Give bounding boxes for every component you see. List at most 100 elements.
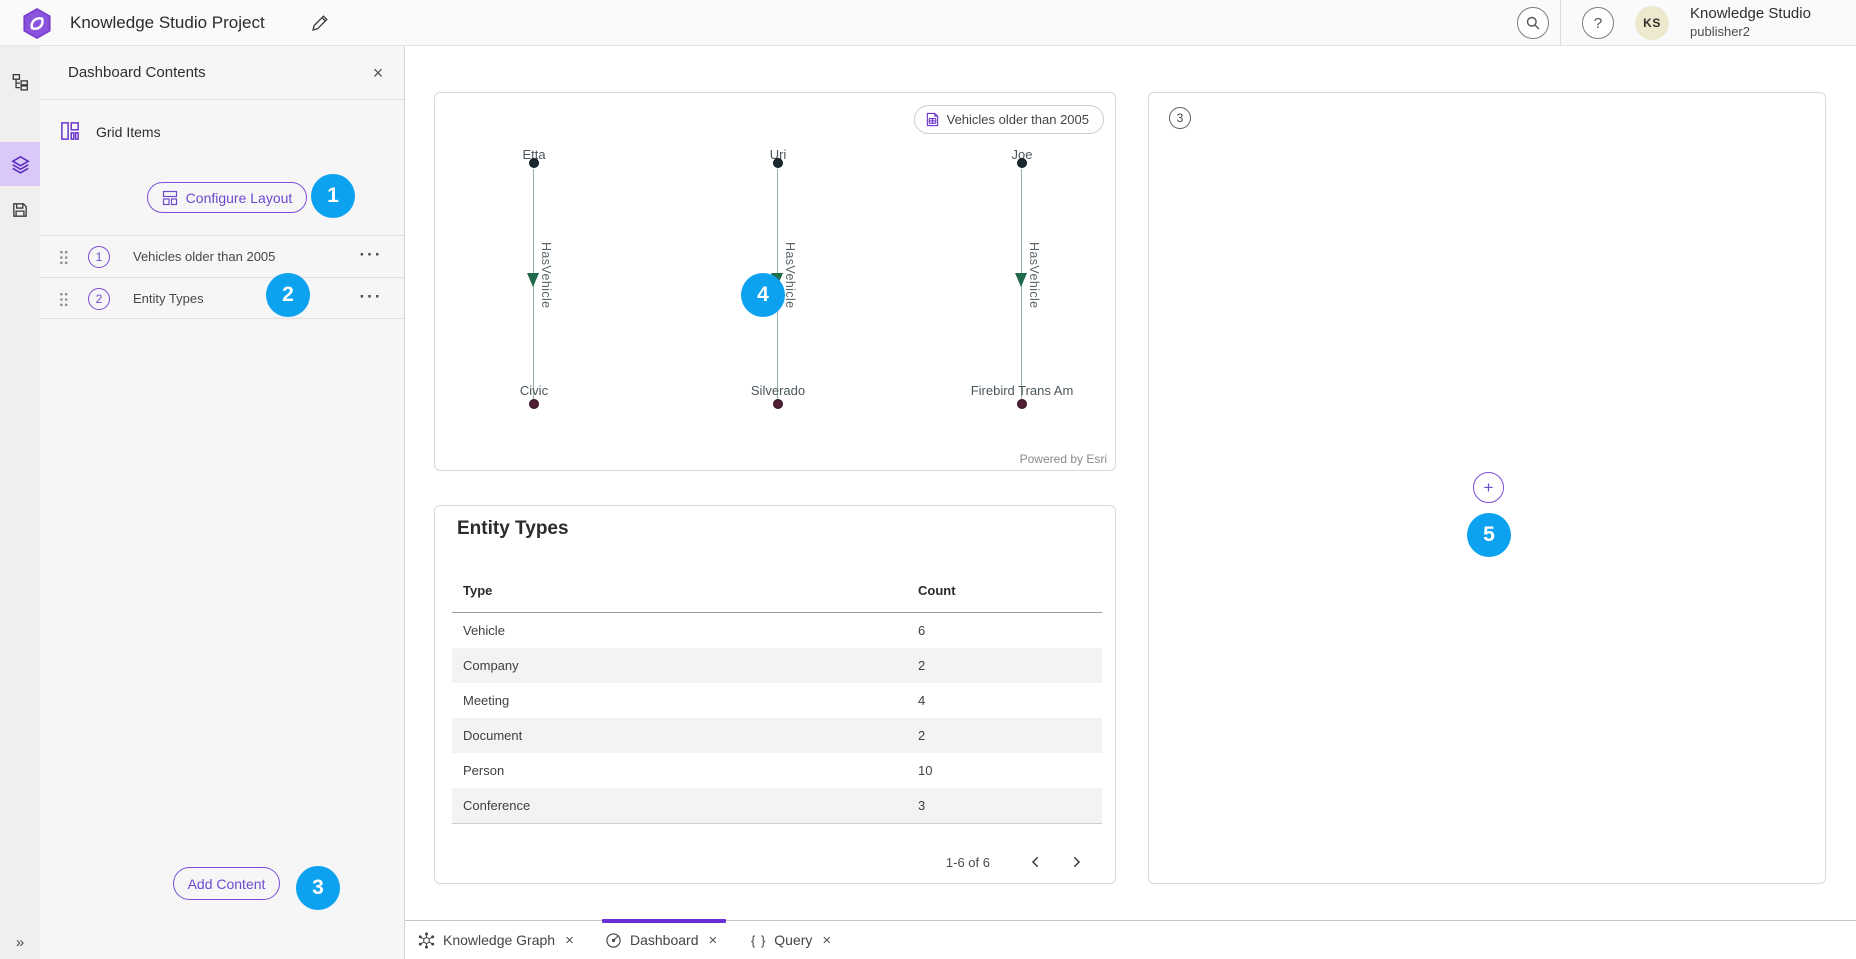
knowledge-graph-icon [418,932,435,949]
rail-save-button[interactable] [0,188,40,232]
graph-pair-etta-civic: Etta HasVehicle Civic [454,147,614,419]
save-icon [11,201,29,219]
table-row[interactable]: Conference 3 [452,788,1102,823]
ellipsis-icon: ··· [360,245,383,264]
chevron-left-icon [1029,855,1043,869]
grid-items-icon [60,121,80,141]
vehicle-node[interactable] [529,399,539,409]
user-avatar[interactable]: KS [1635,6,1669,40]
table-row[interactable]: Document 2 [452,718,1102,753]
cell-type: Meeting [452,693,918,708]
drag-handle-icon[interactable] [58,291,69,308]
plus-icon: + [1484,478,1494,497]
column-header-type: Type [452,583,918,598]
widget-title: Entity Types [457,518,569,540]
cell-count: 4 [918,693,1102,708]
tab-label: Knowledge Graph [443,932,555,948]
add-content-button[interactable]: Add Content [173,867,280,900]
edge-arrow-icon [1015,273,1027,287]
tab-dashboard[interactable]: Dashboard × [605,921,717,959]
slot-number-badge: 3 [1169,107,1191,129]
edge-label: HasVehicle [539,242,553,309]
vehicle-node[interactable] [773,399,783,409]
user-menu[interactable]: Knowledge Studio publisher2 [1690,5,1811,41]
table-row[interactable]: Vehicle 6 [452,613,1102,648]
close-panel-button[interactable]: × [364,59,392,87]
graph-pair-joe-firebird: Joe HasVehicle Firebird Trans Am [942,147,1102,419]
edit-title-icon[interactable] [310,13,330,33]
annotation-badge-3: 3 [296,866,340,910]
item-options-button[interactable]: ··· [354,236,388,278]
person-node[interactable] [529,158,539,168]
help-icon: ? [1594,15,1602,32]
drag-handle-icon[interactable] [58,249,69,266]
chevron-right-icon [1069,855,1083,869]
user-name: Knowledge Studio [1690,5,1811,23]
item-options-button[interactable]: ··· [354,278,388,320]
ellipsis-icon: ··· [360,287,383,306]
annotation-badge-5: 5 [1467,513,1511,557]
cell-count: 2 [918,658,1102,673]
list-item-vehicles-older-than-2005[interactable]: 1 Vehicles older than 2005 ··· [40,235,404,277]
help-button[interactable]: ? [1582,7,1614,39]
cell-type: Document [452,728,918,743]
grid-item-list: 1 Vehicles older than 2005 ··· 2 Entity … [40,235,404,319]
graph-filter-chip[interactable]: Vehicles older than 2005 [914,105,1104,134]
entity-types-table: Type Count Vehicle 6 Company 2 Meeting 4… [452,568,1102,824]
rail-data-model-button[interactable] [0,60,40,104]
cell-count: 2 [918,728,1102,743]
page-title: Knowledge Studio Project [70,0,265,46]
table-row[interactable]: Meeting 4 [452,683,1102,718]
search-icon [1525,15,1541,31]
table-row[interactable]: Company 2 [452,648,1102,683]
list-item-label: Vehicles older than 2005 [133,236,275,278]
header-divider [1560,0,1561,46]
app-logo-icon[interactable] [21,7,53,40]
data-model-icon [11,73,29,91]
tab-label: Dashboard [630,932,699,948]
item-number-badge: 1 [88,246,110,268]
dashboard-gauge-icon [605,932,622,949]
close-tab-icon[interactable]: × [565,932,574,949]
search-button[interactable] [1517,7,1549,39]
expand-rail-button[interactable]: » [0,934,40,951]
chip-label: Vehicles older than 2005 [947,112,1089,127]
person-node[interactable] [773,158,783,168]
close-tab-icon[interactable]: × [822,932,831,949]
previous-page-button[interactable] [1016,847,1056,877]
tab-query[interactable]: { } Query × [751,921,831,959]
cell-type: Company [452,658,918,673]
empty-grid-slot: 3 + [1148,92,1826,884]
add-widget-button[interactable]: + [1473,472,1504,503]
edge-label: HasVehicle [783,242,797,309]
vehicle-node[interactable] [1017,399,1027,409]
entity-types-widget: Entity Types Type Count Vehicle 6 Compan… [434,505,1116,884]
rail-layers-button[interactable] [0,142,40,186]
panel-header: Dashboard Contents × [40,46,404,100]
app-header: Knowledge Studio Project ? KS Knowledge … [0,0,1856,46]
annotation-badge-2: 2 [266,273,310,317]
list-item-entity-types[interactable]: 2 Entity Types ··· [40,277,404,319]
node-label: Firebird Trans Am [942,383,1102,398]
person-node[interactable] [1017,158,1027,168]
next-page-button[interactable] [1056,847,1096,877]
tab-knowledge-graph[interactable]: Knowledge Graph × [418,921,574,959]
node-label: Civic [454,383,614,398]
node-label: Silverado [698,383,858,398]
panel-title: Dashboard Contents [68,46,206,100]
left-action-rail: » [0,46,40,959]
cell-type: Vehicle [452,623,918,638]
cell-count: 10 [918,763,1102,778]
cell-count: 3 [918,798,1102,813]
grid-items-label: Grid Items [96,114,161,150]
table-row[interactable]: Person 10 [452,753,1102,788]
esri-attribution: Powered by Esri [1020,452,1107,466]
view-tabbar: Knowledge Graph × Dashboard × { } Query … [405,920,1856,959]
table-header-row: Type Count [452,568,1102,613]
edge-label: HasVehicle [1027,242,1041,309]
configure-layout-button[interactable]: Configure Layout [147,182,307,213]
cell-type: Person [452,763,918,778]
item-number-badge: 2 [88,288,110,310]
avatar-initials: KS [1643,16,1661,30]
close-tab-icon[interactable]: × [709,932,718,949]
